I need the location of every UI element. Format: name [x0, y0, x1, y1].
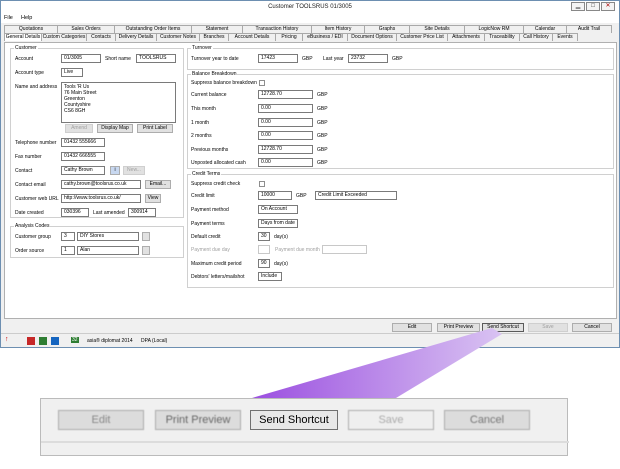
zoom-edit-button: Edit — [58, 410, 144, 430]
zoom-cancel-button: Cancel — [444, 410, 530, 430]
callout-shape — [252, 328, 502, 398]
zoom-send-shortcut-button[interactable]: Send Shortcut — [250, 410, 338, 430]
zoom-save-button: Save — [348, 410, 434, 430]
zoom-divider — [41, 441, 569, 443]
zoom-print-preview-button: Print Preview — [155, 410, 241, 430]
